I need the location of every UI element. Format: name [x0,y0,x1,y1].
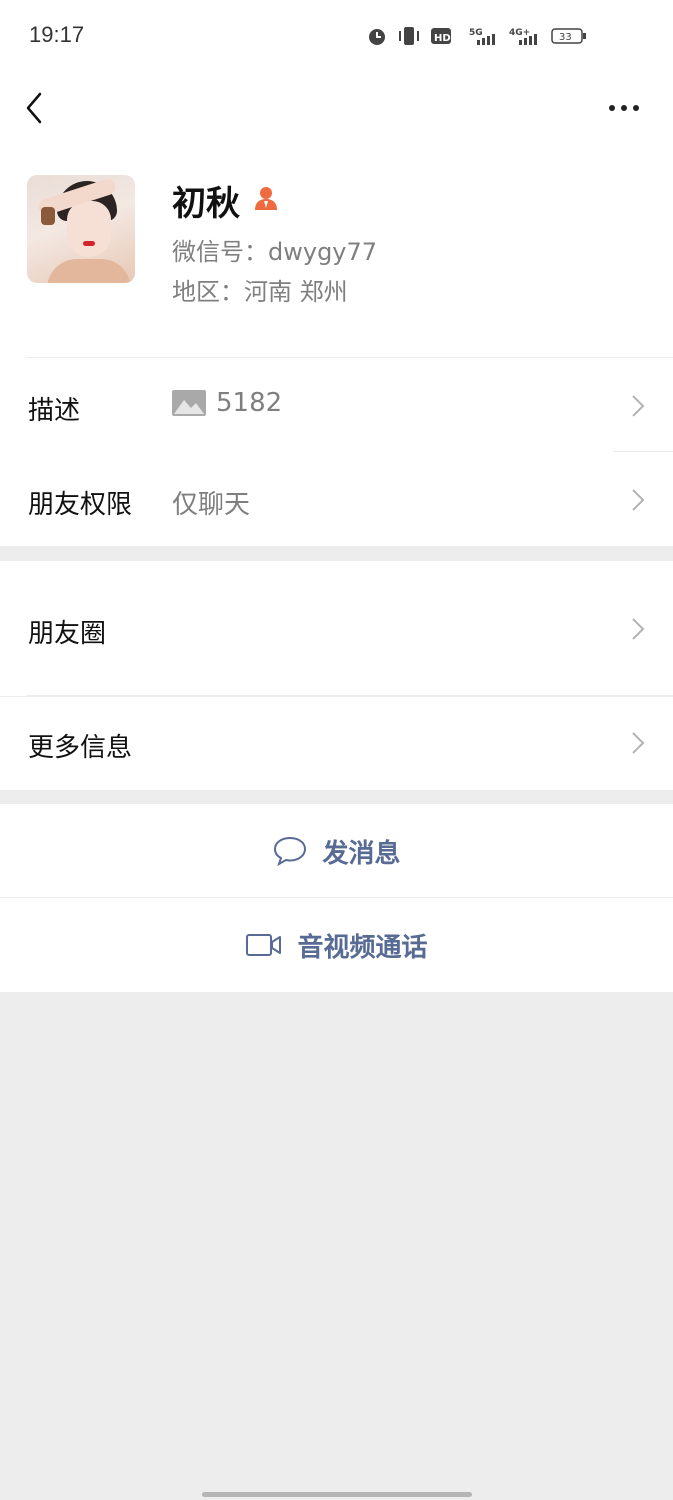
4g-signal-icon: 4G+ [509,28,537,45]
chevron-right-icon [632,395,645,417]
more-info-label: 更多信息 [28,733,133,763]
hd-icon: HD [431,28,451,44]
profile-region: 地区：河南 郑州 [172,278,348,306]
svg-text:33: 33 [559,32,572,43]
vibrate-icon [399,27,419,45]
chevron-right-icon [632,732,645,754]
chat-bubble-icon [274,836,307,867]
5g-signal-icon: 5G [469,28,495,45]
permission-label: 朋友权限 [28,490,133,520]
more-dots-icon[interactable] [609,98,645,118]
video-camera-icon [246,934,282,956]
image-icon [172,390,206,416]
description-count: 5182 [216,388,283,418]
row-moments[interactable]: 朋友圈 [0,561,673,696]
svg-text:HD: HD [434,33,451,44]
alarm-icon [369,29,385,45]
send-message-button[interactable]: 发消息 [0,804,673,898]
person-badge-icon [255,187,277,210]
video-call-button[interactable]: 音视频通话 [0,898,673,992]
row-friend-permission[interactable]: 朋友权限 仅聊天 [0,452,673,546]
wechat-id: 微信号：dwygy77 [172,238,378,266]
profile-nickname: 初秋 [172,184,240,224]
divider [27,695,673,696]
svg-text:5G: 5G [469,28,483,38]
chevron-right-icon [632,489,645,511]
status-icons: HD 5G 4G+ 33 [367,26,587,46]
row-description[interactable]: 描述 5182 [0,358,673,452]
description-label: 描述 [28,396,81,426]
back-icon[interactable] [20,90,50,126]
battery-icon: 33 [551,28,586,44]
avatar[interactable] [27,175,135,283]
send-message-label: 发消息 [322,838,401,869]
permission-value: 仅聊天 [172,490,251,520]
description-value: 5182 [172,388,282,418]
nav-bar [0,76,673,140]
status-bar: 19:17 HD 5G 4G+ 33 [0,0,673,76]
home-indicator[interactable] [202,1492,472,1497]
profile-header: 初秋 微信号：dwygy77 地区：河南 郑州 [0,140,673,358]
moments-label: 朋友圈 [28,619,107,649]
svg-text:4G+: 4G+ [509,28,530,38]
chevron-right-icon [632,618,645,640]
row-more-info[interactable]: 更多信息 [0,697,673,790]
status-time: 19:17 [29,22,85,47]
video-call-label: 音视频通话 [297,932,428,963]
